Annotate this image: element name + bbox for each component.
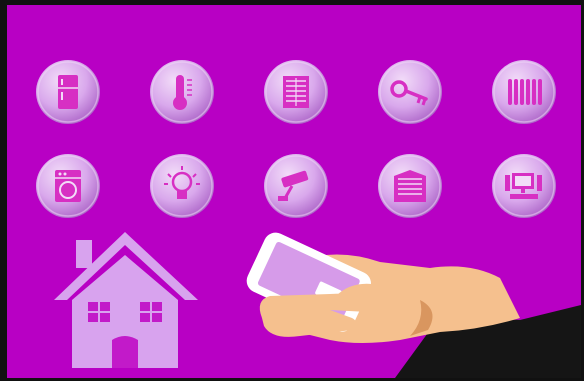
window-blinds-button[interactable] <box>264 60 328 124</box>
thermometer-button[interactable] <box>150 60 214 124</box>
garage-door-button[interactable] <box>378 154 442 218</box>
computer-button[interactable] <box>492 154 556 218</box>
house-window-left <box>88 302 110 322</box>
house-door <box>112 336 138 368</box>
light-bulb-button-circle <box>150 154 214 218</box>
house-window-right <box>140 302 162 322</box>
radiator-button[interactable] <box>492 60 556 124</box>
washing-machine-button[interactable] <box>36 154 100 218</box>
security-camera-button[interactable] <box>264 154 328 218</box>
garage-door-icon <box>394 170 426 202</box>
house-chimney <box>76 240 92 268</box>
security-camera-button-circle <box>264 154 328 218</box>
washing-machine-icon <box>55 170 81 202</box>
light-bulb-button[interactable] <box>150 154 214 218</box>
refrigerator-button[interactable] <box>36 60 100 124</box>
window-blinds-icon <box>283 76 309 108</box>
key-button[interactable] <box>378 60 442 124</box>
smart-home-illustration <box>0 0 584 381</box>
refrigerator-icon <box>58 75 78 109</box>
